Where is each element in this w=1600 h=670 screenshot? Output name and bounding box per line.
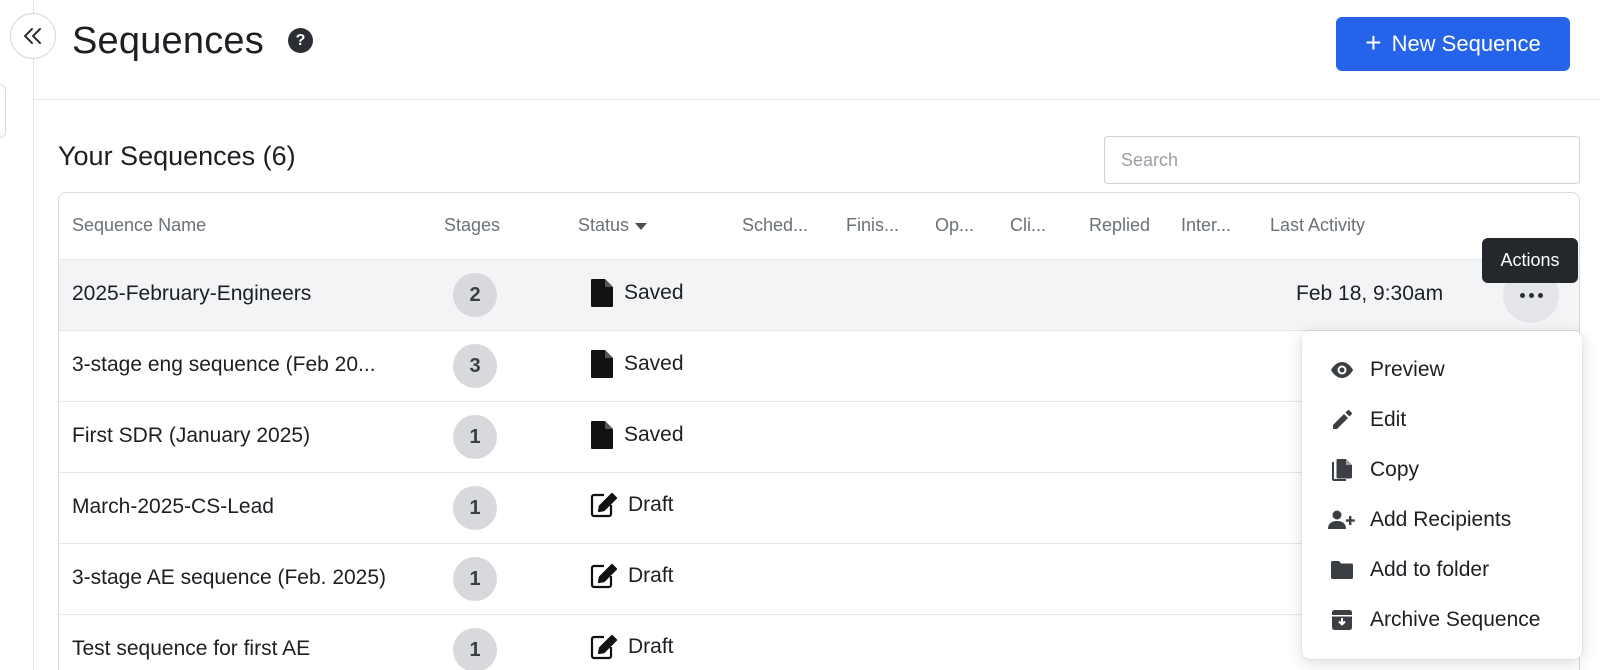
- menu-item-label: Preview: [1370, 358, 1445, 381]
- sequence-name[interactable]: 2025-February-Engineers: [72, 282, 311, 306]
- edit-note-icon: [590, 634, 618, 660]
- stage-count-badge: 2: [453, 273, 497, 317]
- sequence-name[interactable]: First SDR (January 2025): [72, 424, 310, 448]
- status-cell: Saved: [590, 421, 684, 449]
- page-header: Sequences ? + New Sequence: [34, 0, 1600, 100]
- menu-item-preview[interactable]: Preview: [1302, 345, 1582, 395]
- menu-item-copy[interactable]: Copy: [1302, 445, 1582, 495]
- status-label: Saved: [624, 423, 684, 446]
- sequence-name[interactable]: 3-stage eng sequence (Feb 20...: [72, 353, 376, 377]
- status-cell: Draft: [590, 563, 674, 589]
- status-cell: Saved: [590, 350, 684, 378]
- dot: [1528, 292, 1534, 298]
- document-icon: [591, 421, 613, 449]
- left-rail: [0, 0, 34, 670]
- status-label: Saved: [624, 281, 684, 304]
- search-input[interactable]: [1104, 136, 1580, 184]
- stage-count-badge: 1: [453, 486, 497, 530]
- plus-icon: +: [1365, 26, 1382, 58]
- status-cell: Draft: [590, 492, 674, 518]
- status-label: Draft: [628, 493, 674, 516]
- menu-item-label: Add to folder: [1370, 558, 1490, 581]
- dot: [1537, 292, 1543, 298]
- column-header-clicked[interactable]: Cli...: [1010, 215, 1046, 236]
- status-cell: Draft: [590, 634, 674, 660]
- menu-item-label: Add Recipients: [1370, 508, 1512, 531]
- column-header-replied[interactable]: Replied: [1089, 215, 1150, 236]
- document-icon: [591, 279, 613, 307]
- dot: [1519, 292, 1525, 298]
- stage-count-badge: 3: [453, 344, 497, 388]
- last-activity: Feb 18, 9:30am: [1296, 282, 1444, 305]
- column-header-finished[interactable]: Finis...: [846, 215, 899, 236]
- eye-icon: [1328, 356, 1356, 384]
- column-header-sequence-name[interactable]: Sequence Name: [72, 215, 206, 236]
- add-person-icon: [1328, 506, 1356, 534]
- stage-count-badge: 1: [453, 415, 497, 459]
- row-actions-menu: Preview Edit Copy Add Recipients Add to …: [1302, 331, 1582, 659]
- menu-item-label: Archive Sequence: [1370, 608, 1541, 631]
- rail-tab[interactable]: [0, 84, 6, 138]
- stage-count-badge: 1: [453, 628, 497, 670]
- menu-item-archive-sequence[interactable]: Archive Sequence: [1302, 595, 1582, 645]
- status-label: Draft: [628, 564, 674, 587]
- column-header-last-activity[interactable]: Last Activity: [1270, 215, 1365, 236]
- new-sequence-label: New Sequence: [1391, 31, 1541, 56]
- column-header-interested[interactable]: Inter...: [1181, 215, 1231, 236]
- double-chevron-left-icon: [24, 28, 41, 44]
- stage-count-badge: 1: [453, 557, 497, 601]
- column-header-status-label: Status: [578, 215, 630, 235]
- status-label: Saved: [624, 352, 684, 375]
- table-row[interactable]: 2025-February-Engineers 2 Saved Feb 18, …: [59, 260, 1579, 331]
- edit-note-icon: [590, 563, 618, 589]
- collapse-sidebar-button[interactable]: [10, 13, 56, 59]
- section-title: Your Sequences (6): [58, 141, 296, 171]
- column-header-scheduled[interactable]: Sched...: [742, 215, 808, 236]
- pencil-icon: [1328, 406, 1356, 434]
- column-header-status[interactable]: Status: [578, 215, 648, 236]
- table-header: Sequence Name Stages Status Sched... Fin…: [59, 193, 1579, 260]
- copy-icon: [1328, 456, 1356, 484]
- sort-desc-icon: [635, 222, 648, 230]
- status-cell: Saved: [590, 279, 684, 307]
- column-header-opened[interactable]: Op...: [935, 215, 974, 236]
- new-sequence-button[interactable]: + New Sequence: [1336, 17, 1570, 71]
- column-header-stages[interactable]: Stages: [444, 215, 500, 236]
- page-title: Sequences: [72, 20, 264, 62]
- sequence-name[interactable]: 3-stage AE sequence (Feb. 2025): [72, 566, 386, 590]
- menu-item-add-recipients[interactable]: Add Recipients: [1302, 495, 1582, 545]
- menu-item-label: Edit: [1370, 408, 1407, 431]
- sequence-name[interactable]: March-2025-CS-Lead: [72, 495, 274, 519]
- help-icon[interactable]: ?: [288, 28, 313, 53]
- sequence-name[interactable]: Test sequence for first AE: [72, 637, 310, 661]
- document-icon: [591, 350, 613, 378]
- status-label: Draft: [628, 635, 674, 658]
- menu-item-add-to-folder[interactable]: Add to folder: [1302, 545, 1582, 595]
- actions-tooltip: Actions: [1482, 238, 1578, 283]
- edit-note-icon: [590, 492, 618, 518]
- folder-icon: [1328, 556, 1356, 584]
- archive-icon: [1328, 606, 1356, 634]
- menu-item-edit[interactable]: Edit: [1302, 395, 1582, 445]
- menu-item-label: Copy: [1370, 458, 1420, 481]
